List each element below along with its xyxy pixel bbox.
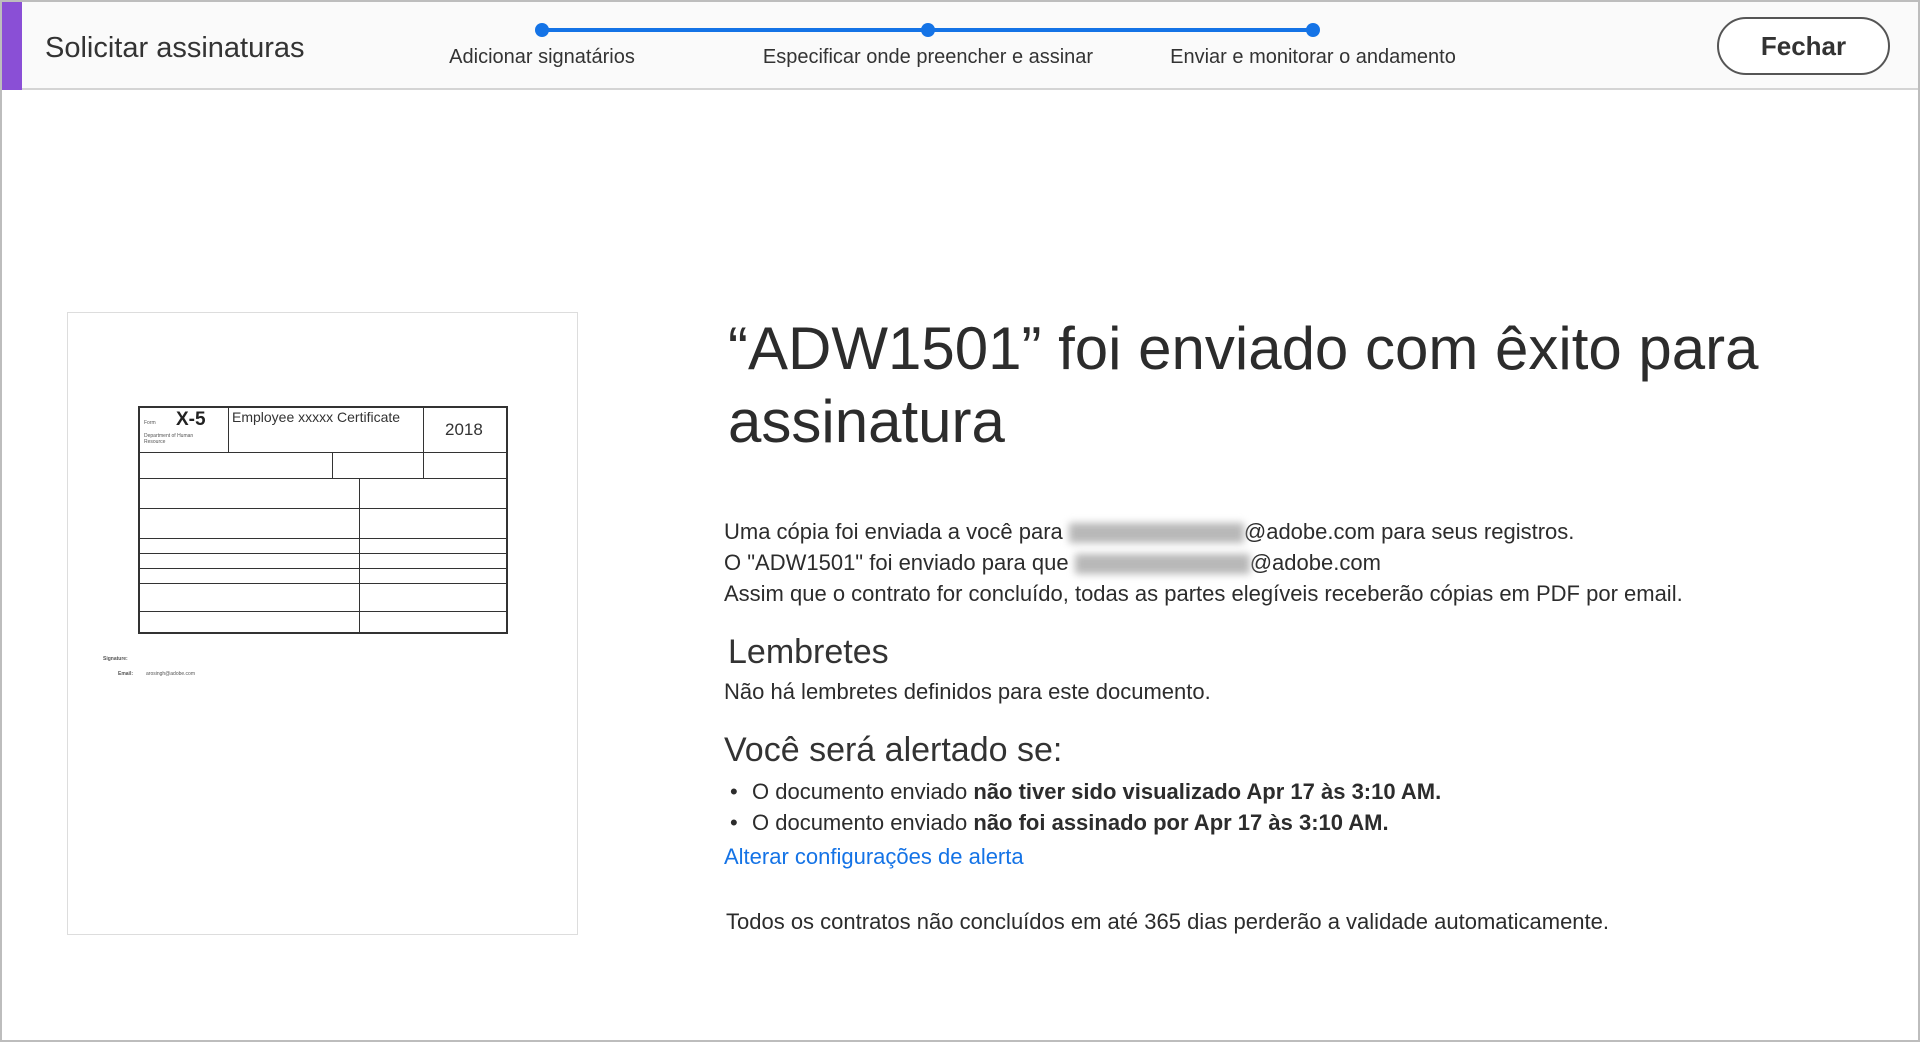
close-button[interactable]: Fechar [1717,17,1890,75]
alert-condition: não tiver sido visualizado Apr 17 às 3:1… [973,779,1442,804]
form-preview: Form X-5 Department of Human Resource Em… [138,406,508,634]
copy-line: Uma cópia foi enviada a você para @adobe… [724,516,1874,547]
signature-label: Signature: [103,656,128,662]
header: Solicitar assinaturas Adicionar signatár… [2,2,1918,90]
step-send-track[interactable]: Enviar e monitorar o andamento [1170,46,1456,69]
sent-prefix: O "ADW1501" foi enviado para que [724,550,1075,575]
form-title: Employee xxxxx Certificate [232,409,401,425]
form-number: X-5 [176,409,206,430]
alert-prefix: O documento enviado [752,779,974,804]
email-value: arosingh@adobe.com [146,671,195,677]
step-dot-1 [535,23,549,37]
email-label: Email: [118,671,134,677]
reminders-text: Não há lembretes definidos para este doc… [724,679,1211,704]
confirmation-panel: “ADW1501” foi enviado com êxito para ass… [724,312,1874,937]
sent-suffix: @adobe.com [1249,550,1381,575]
copy-suffix: @adobe.com para seus registros. [1243,519,1575,544]
success-heading: “ADW1501” foi enviado com êxito para ass… [728,315,1759,455]
sent-line: O "ADW1501" foi enviado para que @adobe.… [724,547,1874,578]
accent-bar [2,2,22,90]
alert-item: O documento enviado não foi assinado por… [724,807,1874,838]
page-title: Solicitar assinaturas [45,32,305,64]
step-add-signers[interactable]: Adicionar signatários [449,46,635,69]
alerts-list: O documento enviado não tiver sido visua… [724,776,1874,838]
step-specify-fields[interactable]: Especificar onde preencher e assinar [763,46,1093,69]
change-alert-settings-link[interactable]: Alterar configurações de alerta [724,844,1024,869]
completion-text: Assim que o contrato for concluído, toda… [724,581,1683,606]
form-dept: Department of Human Resource [144,433,194,445]
alert-item: O documento enviado não tiver sido visua… [724,776,1874,807]
step-dot-3 [1306,23,1320,37]
expiry-text: Todos os contratos não concluídos em até… [726,909,1609,934]
reminders-title: Lembretes [728,633,889,671]
redacted-email [1074,554,1250,575]
copy-prefix: Uma cópia foi enviada a você para [724,519,1069,544]
redacted-email [1068,523,1244,544]
document-thumbnail: Form X-5 Department of Human Resource Em… [67,312,578,935]
alerts-title: Você será alertado se: [724,731,1063,769]
step-dot-2 [921,23,935,37]
form-year: 2018 [445,420,483,439]
alert-prefix: O documento enviado [752,810,974,835]
alert-condition: não foi assinado por Apr 17 às 3:10 AM. [973,810,1389,835]
form-label: Form [144,420,156,426]
